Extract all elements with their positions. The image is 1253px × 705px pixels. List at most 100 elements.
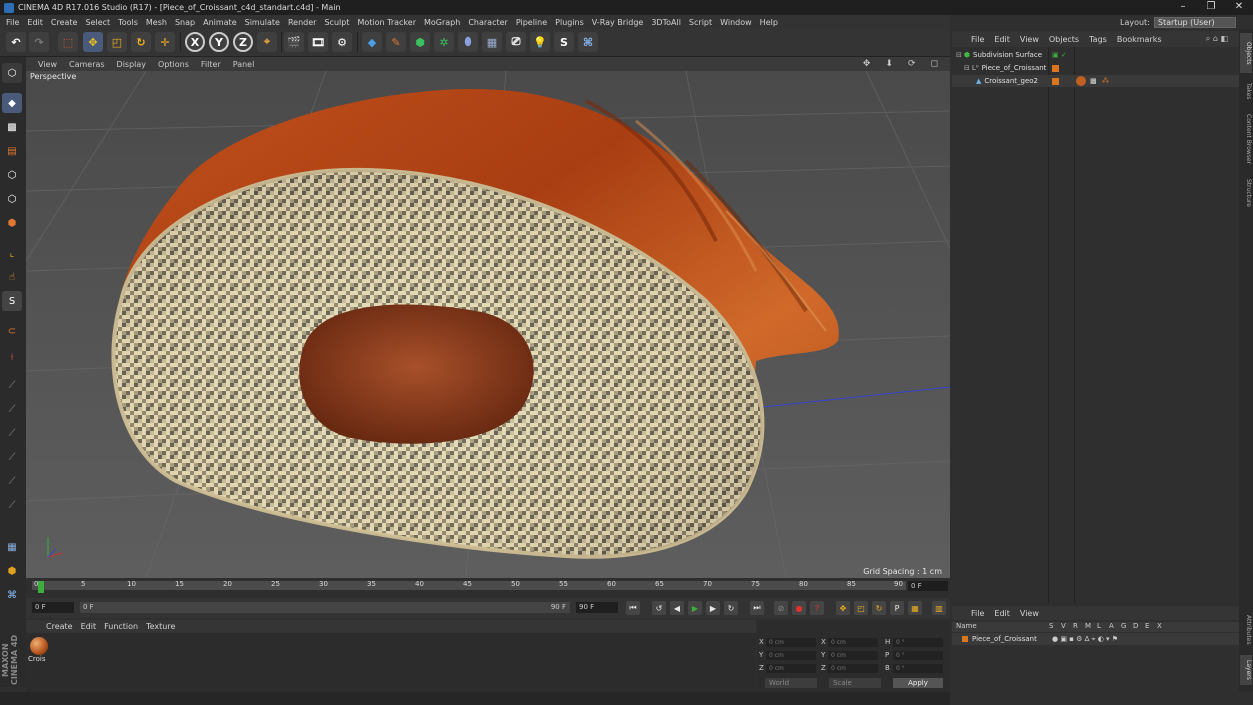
menu-tools[interactable]: Tools: [118, 18, 138, 27]
extrude-icon[interactable]: ⟋: [2, 447, 22, 467]
menu-window[interactable]: Window: [720, 18, 752, 27]
live-selection-icon[interactable]: ⬚: [58, 32, 78, 52]
rotation-h-field[interactable]: 0 °: [893, 638, 943, 647]
menu-file[interactable]: File: [6, 18, 19, 27]
lm-menu-file[interactable]: File: [971, 609, 984, 618]
key-position-icon[interactable]: ✥: [836, 601, 850, 615]
texture-mode-icon[interactable]: ▩: [2, 117, 22, 137]
minimize-button[interactable]: –: [1169, 0, 1197, 15]
menu-animate[interactable]: Animate: [203, 18, 237, 27]
material-menu-create[interactable]: Create: [46, 622, 73, 631]
brush-icon[interactable]: ⟋: [2, 399, 22, 419]
play-icon[interactable]: ▶: [688, 601, 702, 615]
tab-objects[interactable]: Objects: [1240, 33, 1252, 73]
end-frame-field[interactable]: 90 F: [576, 602, 618, 613]
key-parameter-icon[interactable]: P: [890, 601, 904, 615]
menu-vray-bridge[interactable]: V-Ray Bridge: [592, 18, 644, 27]
tab-structure[interactable]: Structure: [1240, 173, 1252, 213]
scale-icon[interactable]: ◰: [107, 32, 127, 52]
y-axis-button[interactable]: Y: [209, 32, 229, 52]
deformer-icon[interactable]: ⬮: [458, 32, 478, 52]
bevel-icon[interactable]: ⟋: [2, 471, 22, 491]
menu-edit[interactable]: Edit: [27, 18, 43, 27]
orbit-icon[interactable]: ⟳: [908, 59, 916, 69]
camera-icon[interactable]: ⎚: [506, 32, 526, 52]
om-menu-tags[interactable]: Tags: [1089, 35, 1107, 44]
coordinate-system-icon[interactable]: ⌖: [257, 32, 277, 52]
z-axis-button[interactable]: Z: [233, 32, 253, 52]
lm-menu-view[interactable]: View: [1020, 609, 1039, 618]
tweak-icon[interactable]: ☝: [2, 267, 22, 287]
lock-icon[interactable]: ⬢: [2, 561, 22, 581]
slide-icon[interactable]: ⟋: [2, 495, 22, 515]
material-thumbnail[interactable]: [30, 637, 48, 655]
menu-pipeline[interactable]: Pipeline: [516, 18, 547, 27]
transform-icon[interactable]: ✛: [155, 32, 175, 52]
record-icon[interactable]: ●: [792, 601, 806, 615]
viewport-menu-panel[interactable]: Panel: [233, 60, 255, 69]
menu-mograph[interactable]: MoGraph: [424, 18, 460, 27]
viewport-menu-filter[interactable]: Filter: [201, 60, 221, 69]
viewport-menu-options[interactable]: Options: [158, 60, 189, 69]
menu-character[interactable]: Character: [468, 18, 508, 27]
tab-takes[interactable]: Takes: [1240, 77, 1252, 105]
3d-viewport[interactable]: Perspective Grid Spacing : 1 cm: [26, 71, 950, 578]
vray-icon[interactable]: S: [554, 32, 574, 52]
layer-row[interactable]: Piece_of_Croissant ● ▣ ▪ ⚙ ∆ ⌖ ◐ ▾ ⚑: [952, 633, 1239, 645]
move-icon[interactable]: ✥: [83, 32, 103, 52]
visibility-check-icon[interactable]: ▣ ✓: [1052, 51, 1067, 59]
material-menu-function[interactable]: Function: [104, 622, 138, 631]
viewport-menu-cameras[interactable]: Cameras: [69, 60, 105, 69]
maximize-view-icon[interactable]: ◻: [931, 59, 938, 69]
material-menu-edit[interactable]: Edit: [81, 622, 97, 631]
render-settings-icon[interactable]: ⚙: [332, 32, 352, 52]
om-menu-edit[interactable]: Edit: [994, 35, 1010, 44]
knife-icon[interactable]: ⟋: [2, 375, 22, 395]
position-z-field[interactable]: 0 cm: [766, 664, 816, 673]
rotation-p-field[interactable]: 0 °: [893, 651, 943, 660]
menu-sculpt[interactable]: Sculpt: [324, 18, 349, 27]
python-icon[interactable]: ⌘: [578, 32, 598, 52]
object-row-piece[interactable]: ⊟ L⁰ Piece_of_Croissant: [952, 62, 1239, 74]
size-z-field[interactable]: 0 cm: [828, 664, 878, 673]
size-y-field[interactable]: 0 cm: [828, 651, 878, 660]
uvw-tag-icon[interactable]: ⁂: [1102, 77, 1109, 85]
viewport-menu-view[interactable]: View: [38, 60, 57, 69]
menu-simulate[interactable]: Simulate: [245, 18, 280, 27]
grid-snap-icon[interactable]: ▦: [2, 537, 22, 557]
menu-snap[interactable]: Snap: [175, 18, 195, 27]
coord-mode-dropdown[interactable]: World: [765, 678, 817, 688]
zoom-icon[interactable]: ⬇: [885, 59, 893, 69]
make-editable-icon[interactable]: ⬡: [2, 63, 22, 83]
next-frame-icon[interactable]: ▶: [706, 601, 720, 615]
subdivision-icon[interactable]: ⬢: [410, 32, 430, 52]
position-x-field[interactable]: 0 cm: [766, 638, 816, 647]
rotate-icon[interactable]: ↻: [131, 32, 151, 52]
om-menu-bookmarks[interactable]: Bookmarks: [1117, 35, 1162, 44]
om-search-icon[interactable]: ⌕ ⌂ ◧: [1206, 34, 1228, 44]
layer-flag-icons[interactable]: ● ▣ ▪ ⚙ ∆ ⌖ ◐ ▾ ⚑: [1052, 635, 1118, 644]
cube-icon[interactable]: ◆: [362, 32, 382, 52]
menu-help[interactable]: Help: [760, 18, 778, 27]
light-icon[interactable]: 💡: [530, 32, 550, 52]
cloner-icon[interactable]: ✲: [434, 32, 454, 52]
apply-button[interactable]: Apply: [893, 678, 943, 688]
om-menu-objects[interactable]: Objects: [1049, 35, 1079, 44]
menu-motion-tracker[interactable]: Motion Tracker: [357, 18, 416, 27]
maximize-button[interactable]: ❐: [1197, 0, 1225, 15]
polygons-mode-icon[interactable]: ⬢: [2, 213, 22, 233]
pan-icon[interactable]: ✥: [863, 59, 871, 69]
close-button[interactable]: ✕: [1225, 0, 1253, 15]
next-key-icon[interactable]: ↻: [724, 601, 738, 615]
key-rotation-icon[interactable]: ↻: [872, 601, 886, 615]
magnet-icon[interactable]: ⊂: [2, 321, 22, 341]
render-view-icon[interactable]: 🎬: [284, 32, 304, 52]
bridge-icon[interactable]: ⟋: [2, 423, 22, 443]
undo-icon[interactable]: ↶: [6, 32, 26, 52]
om-menu-file[interactable]: File: [971, 35, 984, 44]
menu-render[interactable]: Render: [288, 18, 316, 27]
timeline[interactable]: 0 5 10 15 20 25 30 35 40 45 50 55 60 65 …: [26, 578, 950, 598]
menu-select[interactable]: Select: [85, 18, 110, 27]
texture-tag-icon[interactable]: ▩: [1090, 77, 1097, 85]
layer-color-swatch[interactable]: [1052, 77, 1059, 85]
